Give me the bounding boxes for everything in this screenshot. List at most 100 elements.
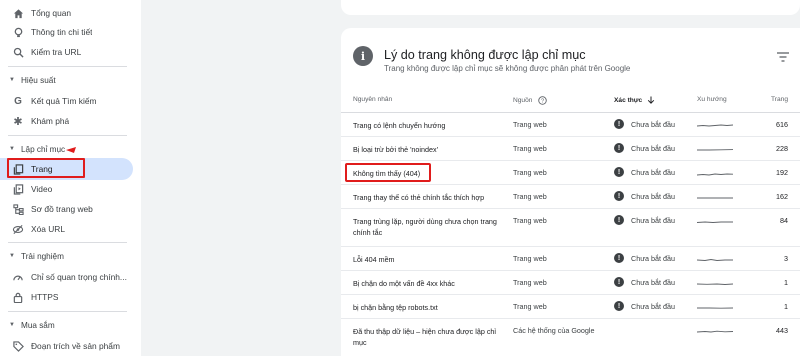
table-row[interactable]: Trang có lệnh chuyển hướng Trang web ! Chưa… — [341, 113, 800, 137]
table-row[interactable]: Không tìm thấy (404) Trang web! Chưa bắt đ… — [341, 161, 800, 185]
divider — [8, 135, 127, 136]
sidebar-item-label: Kết quả Tìm kiếm — [31, 96, 97, 106]
search-icon — [12, 46, 24, 58]
sidebar-item-label: HTTPS — [31, 292, 59, 302]
section-title: Hiệu suất — [21, 75, 56, 85]
status-label: Chưa bắt đầu — [631, 191, 675, 201]
divider — [8, 66, 127, 67]
home-icon — [12, 7, 24, 19]
row-source: Trang web — [513, 192, 547, 201]
sidebar-item-sitemaps[interactable]: Sơ đồ trang web — [0, 198, 133, 220]
table-row[interactable]: Lỗi 404 mềm Trang web! Chưa bắt đầu 3 — [341, 247, 800, 271]
table-row[interactable]: Trang trùng lặp, người dùng chưa chọn tr… — [341, 209, 800, 247]
row-reason: Lỗi 404 mềm — [353, 255, 395, 264]
row-pages-count: 228 — [776, 144, 788, 153]
row-validation-status: ! Chưa bắt đầu — [614, 119, 675, 129]
status-label: Chưa bắt đầu — [631, 301, 675, 311]
col-header-pages[interactable]: Trang — [771, 96, 788, 103]
trend-sparkline — [697, 173, 733, 176]
col-header-label: Nguồn — [513, 97, 533, 104]
previous-card — [341, 0, 800, 15]
trend-sparkline — [697, 307, 733, 309]
info-icon: i — [353, 46, 373, 66]
sidebar-item-core-web-vitals[interactable]: Chỉ số quan trọng chính... — [0, 266, 133, 288]
row-validation-status: ! Chưa bắt đầu — [614, 143, 675, 153]
row-pages-count: 443 — [776, 326, 788, 335]
video-pages-icon — [12, 183, 24, 195]
sidebar-item-label: Sơ đồ trang web — [31, 204, 93, 214]
sidebar-item-product-snippets[interactable]: Đoạn trích về sản phẩm — [0, 335, 133, 356]
sidebar-item-removals[interactable]: Xóa URL — [0, 218, 133, 240]
col-header-reason[interactable]: Nguyên nhân — [353, 96, 392, 103]
row-pages-count: 616 — [776, 120, 788, 129]
row-source: Trang web — [513, 302, 547, 311]
help-icon[interactable]: ? — [538, 96, 548, 105]
google-g-icon: G — [14, 95, 22, 107]
sidebar-item-https[interactable]: HTTPS — [0, 286, 133, 308]
trend-sparkline — [697, 221, 733, 223]
table-row[interactable]: Bị chặn do một vấn đề 4xx khác Trang web!… — [341, 271, 800, 295]
row-source: Trang web — [513, 144, 547, 153]
table-row[interactable]: Trang thay thế có thẻ chính tắc thích hợ… — [341, 185, 800, 209]
not-started-icon: ! — [614, 191, 624, 201]
status-label: Chưa bắt đầu — [631, 253, 675, 263]
sidebar-item-discover[interactable]: ✱ Khám phá — [0, 110, 133, 132]
row-reason: Trang thay thế có thẻ chính tắc thích hợ… — [353, 193, 485, 202]
section-experience-toggle[interactable]: ▼ Trải nghiệm — [0, 248, 64, 264]
row-validation-status: ! Chưa bắt đầu — [614, 301, 675, 311]
col-header-source[interactable]: Nguồn ? — [513, 96, 548, 105]
section-performance-toggle[interactable]: ▼ Hiệu suất — [0, 72, 56, 88]
trend-sparkline — [697, 149, 733, 151]
section-title: Lập chỉ mục — [21, 144, 66, 154]
sidebar-item-label: Video — [31, 184, 53, 194]
row-pages-count: 3 — [784, 254, 788, 263]
table-row[interactable]: Đã thu thập dữ liệu – hiện chưa được lập… — [341, 319, 800, 356]
row-pages-count: 84 — [780, 216, 788, 225]
col-header-trend[interactable]: Xu hướng — [697, 96, 727, 103]
not-started-icon: ! — [614, 119, 624, 129]
filter-icon[interactable] — [777, 52, 789, 62]
asterisk-icon: ✱ — [13, 115, 23, 128]
row-source: Trang web — [513, 278, 547, 287]
table-row[interactable]: bị chặn bằng tệp robots.txt Trang web! Chư… — [341, 295, 800, 319]
col-header-label: Nguyên nhân — [353, 96, 393, 103]
chevron-down-icon: ▼ — [9, 146, 15, 152]
row-reason: Trang trùng lặp, người dùng chưa chọn tr… — [353, 217, 497, 237]
trend-sparkline — [697, 259, 733, 261]
col-header-label: Xác thực — [614, 96, 643, 104]
sidebar-item-video[interactable]: Video — [0, 178, 133, 200]
trend-sparkline — [697, 330, 733, 333]
col-header-label: Xu hướng — [697, 96, 727, 103]
row-pages-count: 162 — [776, 192, 788, 201]
row-source: Trang web — [513, 168, 547, 177]
col-header-label: Trang — [771, 96, 788, 103]
chevron-down-icon: ▼ — [9, 77, 15, 83]
sidebar-item-label: Khám phá — [31, 116, 70, 126]
sidebar-item-label: Thông tin chi tiết — [31, 27, 93, 37]
col-header-validation[interactable]: Xác thực — [614, 96, 655, 104]
sidebar-item-search-results[interactable]: G Kết quả Tìm kiếm — [0, 90, 133, 112]
row-reason: Trang có lệnh chuyển hướng — [353, 121, 446, 130]
status-label: Chưa bắt đầu — [631, 143, 675, 153]
card-title: Lý do trang không được lập chỉ mục — [384, 48, 586, 62]
card-subtitle: Trang không được lập chỉ mục sẽ không đư… — [384, 64, 631, 73]
section-title: Mua sắm — [21, 320, 55, 330]
table-row[interactable]: Bị loại trừ bởi thẻ 'noindex' Trang web ! C… — [341, 137, 800, 161]
annotation-arrow — [66, 147, 76, 153]
sidebar-item-url-inspection[interactable]: Kiểm tra URL — [0, 41, 133, 63]
not-started-icon: ! — [614, 215, 624, 225]
row-reason: Bị loại trừ bởi thẻ 'noindex' — [353, 145, 438, 154]
sidebar-item-insights[interactable]: Thông tin chi tiết — [0, 21, 133, 43]
row-validation-status: ! Chưa bắt đầu — [614, 277, 675, 287]
lock-icon — [12, 291, 24, 303]
row-validation-status: ! Chưa bắt đầu — [614, 167, 675, 177]
row-source: Trang web — [513, 120, 547, 129]
chevron-down-icon: ▼ — [9, 253, 15, 259]
section-indexing-toggle[interactable]: ▼ Lập chỉ mục — [0, 141, 65, 157]
section-shopping-toggle[interactable]: ▼ Mua sắm — [0, 317, 55, 333]
not-indexed-reasons-card: i Lý do trang không được lập chỉ mục Tra… — [341, 28, 800, 356]
row-source: Trang web — [513, 216, 547, 225]
row-reason: bị chặn bằng tệp robots.txt — [353, 303, 438, 312]
trend-sparkline — [697, 124, 733, 127]
not-started-icon: ! — [614, 301, 624, 311]
